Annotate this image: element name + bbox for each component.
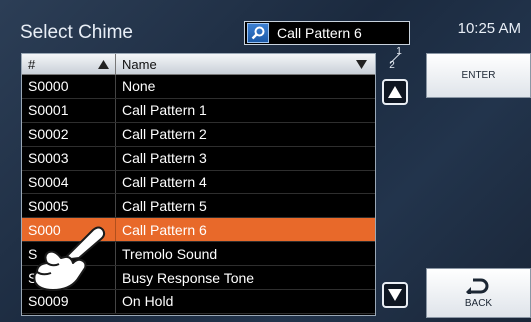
row-id: S0002 (22, 122, 116, 146)
clock: 10:25 AM (457, 20, 521, 37)
column-number-label: # (28, 56, 36, 72)
search-icon[interactable] (247, 23, 269, 43)
page-current: 1 (396, 46, 402, 57)
table-row[interactable]: S0005 Call Pattern 5 (22, 194, 375, 219)
back-button[interactable]: BACK (426, 268, 531, 318)
row-name: Call Pattern 6 (122, 221, 207, 238)
column-name-header[interactable]: Name (116, 54, 375, 74)
page-indicator: 1 2 (380, 46, 410, 71)
row-name: Call Pattern 3 (122, 150, 207, 167)
table-row[interactable]: S0002 Call Pattern 2 (22, 122, 375, 147)
row-id: S0001 (22, 98, 116, 122)
row-name: Call Pattern 4 (122, 174, 207, 190)
row-name: Call Pattern 5 (122, 197, 207, 214)
row-name: Busy Response Tone (122, 269, 255, 286)
row-id: S0004 (22, 170, 116, 194)
search-box[interactable]: Call Pattern 6 (244, 21, 410, 45)
table-row[interactable]: S0003 Call Pattern 3 (22, 146, 375, 171)
row-id: S0000 (22, 75, 116, 98)
enter-button-label: ENTER (461, 70, 496, 81)
column-number-header[interactable]: # (22, 54, 116, 74)
arrow-up-icon (388, 86, 402, 98)
row-name: Call Pattern 1 (122, 102, 207, 119)
row-id: S0003 (22, 146, 116, 170)
sort-descending-icon (356, 59, 367, 69)
back-arrow-icon (465, 278, 488, 294)
table-row[interactable]: S0000 None (22, 75, 375, 99)
table-row[interactable]: S0001 Call Pattern 1 (22, 98, 375, 123)
search-value: Call Pattern 6 (277, 25, 362, 41)
scroll-up-button[interactable] (382, 79, 408, 105)
row-name: On Hold (122, 293, 174, 310)
row-name: Call Pattern 2 (122, 126, 207, 143)
column-name-label: Name (122, 56, 157, 72)
sort-ascending-icon (98, 59, 109, 69)
table-row[interactable]: S0004 Call Pattern 4 (22, 170, 375, 195)
arrow-down-icon (388, 289, 402, 301)
row-id: S0005 (22, 194, 116, 218)
enter-button[interactable]: ENTER (426, 53, 531, 98)
pointing-hand-icon (33, 226, 106, 291)
table-header: # Name (22, 54, 375, 75)
scroll-down-button[interactable] (382, 282, 408, 308)
back-button-label: BACK (464, 297, 493, 309)
row-name: None (122, 78, 156, 95)
page-title: Select Chime (20, 22, 133, 43)
row-name: Tremolo Sound (122, 245, 218, 262)
